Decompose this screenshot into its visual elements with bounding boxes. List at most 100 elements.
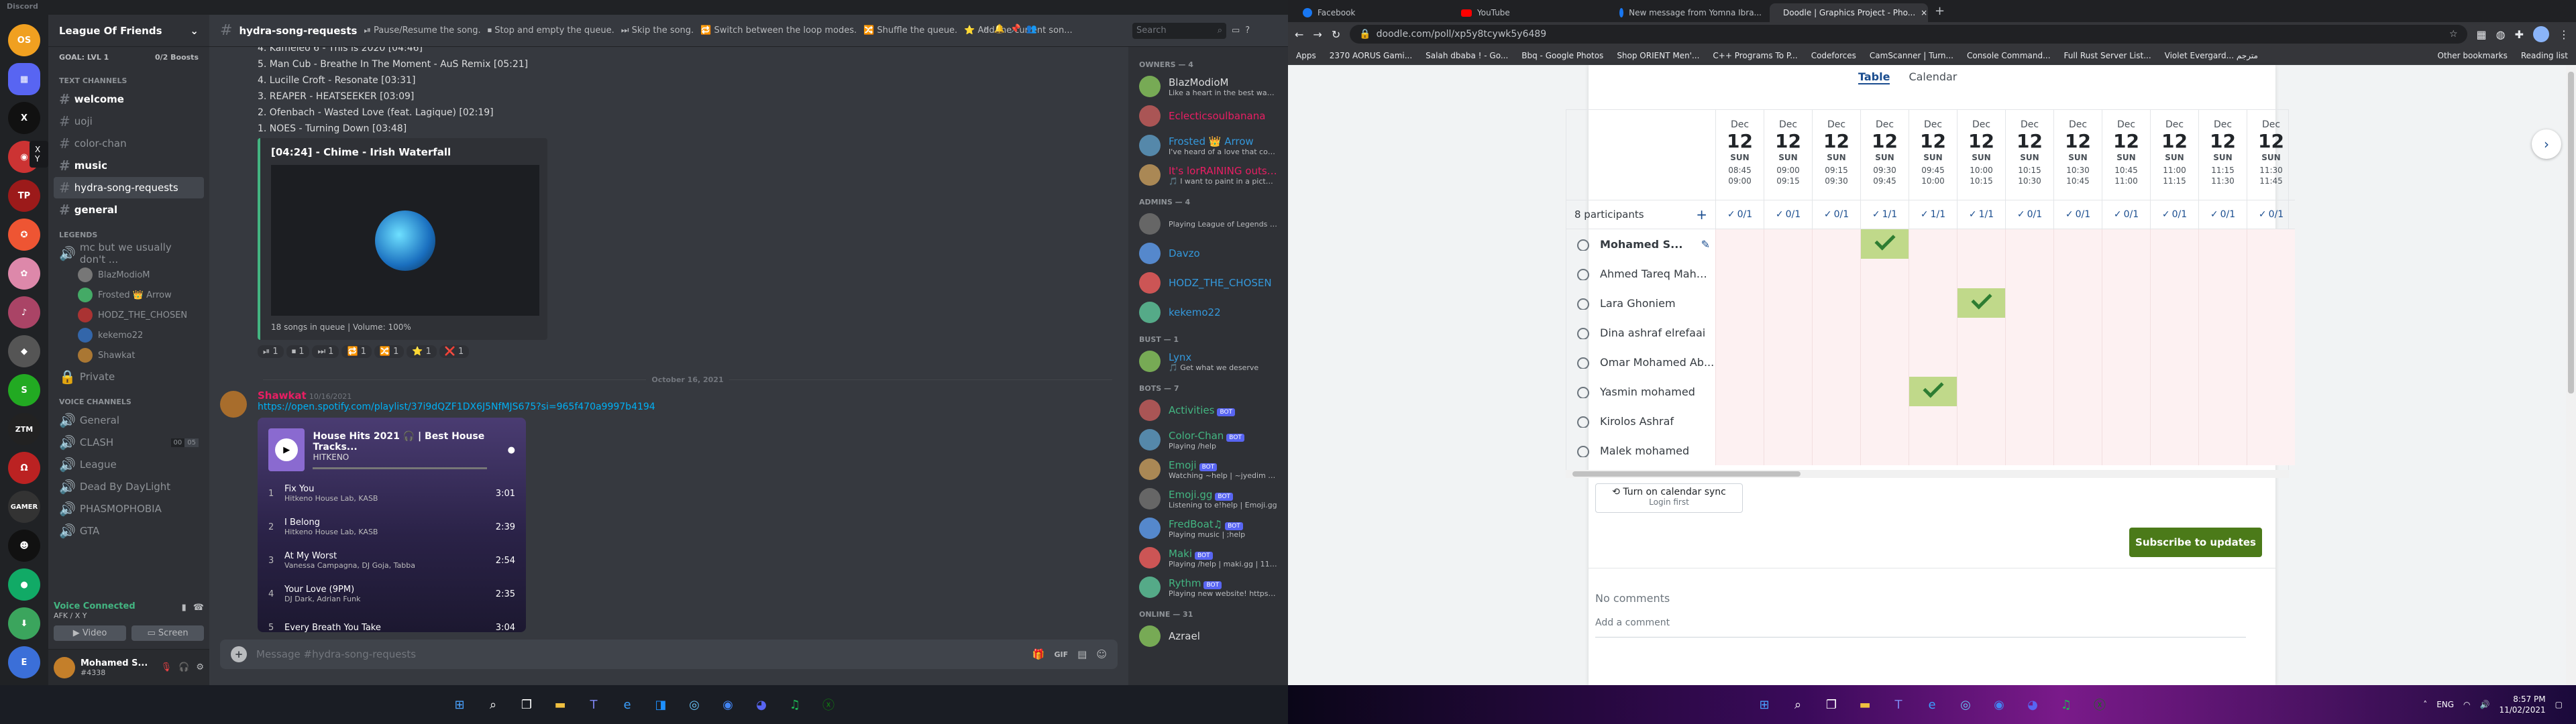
track-row[interactable]: 1 Fix You Hitkeno House Lab, KASB 3:01 xyxy=(268,477,515,510)
tab-calendar-view[interactable]: Calendar xyxy=(1909,70,1957,84)
windows-start-icon[interactable]: ⊞ xyxy=(447,692,472,717)
bell-icon[interactable]: 🔔 xyxy=(994,24,1005,34)
message-composer[interactable]: + Message #hydra-song-requests 🎁 GIF ▤ ☺ xyxy=(220,640,1118,669)
server-icon[interactable]: ◆ xyxy=(8,335,40,367)
wifi-icon[interactable]: ◠ xyxy=(2463,700,2470,709)
vote-cell[interactable] xyxy=(2247,229,2295,259)
member-item[interactable]: Rythm BOT Playing new website! https://... xyxy=(1134,572,1283,602)
vertical-scrollbar[interactable] xyxy=(2566,65,2576,685)
emoji-icon[interactable]: ☺ xyxy=(1096,648,1107,660)
voice-user[interactable]: HODZ_THE_CHOSEN xyxy=(78,305,209,325)
volume-icon[interactable]: 🔊 xyxy=(2480,700,2490,709)
member-item[interactable]: Frosted 👑 Arrow I've heard of a love that… xyxy=(1134,131,1283,160)
member-item[interactable]: Color-Chan BOT Playing /help xyxy=(1134,425,1283,455)
server-icon[interactable]: S xyxy=(8,374,40,406)
bookmark[interactable]: CamScanner | Turn... xyxy=(1870,51,1953,60)
voice-channel-legends[interactable]: 🔊 mc but we usually don't ... xyxy=(54,241,204,265)
track-row[interactable]: 2I Belong Hitkeno House Lab, KASB 2:39 xyxy=(268,510,515,544)
server-icon[interactable]: ♪ xyxy=(8,296,40,328)
edge-icon[interactable]: e xyxy=(615,692,639,717)
signal-icon[interactable]: ▮ xyxy=(182,603,186,613)
profile-avatar[interactable] xyxy=(2533,26,2549,42)
vote-cell[interactable] xyxy=(1715,229,1764,259)
bookmark[interactable]: 2370 AORUS Gami... xyxy=(1330,51,1412,60)
voice-user[interactable]: BlazModioM xyxy=(78,265,209,285)
search-icon[interactable]: ⌕ xyxy=(481,692,505,717)
scroll-thumb[interactable] xyxy=(2568,72,2574,394)
server-icon[interactable]: ✪ xyxy=(8,219,40,251)
calendar-sync-button[interactable]: ⟲ Turn on calendar sync Login first xyxy=(1595,483,1743,513)
voice-channel-private[interactable]: 🔒 Private xyxy=(54,366,204,387)
mute-icon[interactable]: 🎙 xyxy=(161,662,172,672)
vote-cell[interactable] xyxy=(1812,229,1860,259)
xbox-icon[interactable]: ⓧ xyxy=(816,692,841,717)
server-icon[interactable]: ✿ xyxy=(8,257,40,290)
bookmark[interactable]: C++ Programs To P... xyxy=(1713,51,1797,60)
member-item[interactable]: Emoji BOT Watching ~help | ~jyedim | e... xyxy=(1134,455,1283,484)
member-item[interactable]: Eclecticsoulbanana xyxy=(1134,101,1283,131)
reading-list[interactable]: Reading list xyxy=(2521,51,2568,60)
member-item[interactable]: kekemo22 xyxy=(1134,298,1283,327)
vote-cell[interactable] xyxy=(1909,229,1957,259)
help-icon[interactable]: ? xyxy=(1245,25,1250,36)
disconnect-icon[interactable]: ☎ xyxy=(193,603,204,613)
tab-doodle[interactable]: Doodle | Graphics Project - Pho... × xyxy=(1770,3,1928,22)
member-item[interactable]: Playing League of Legends 🎮 xyxy=(1134,209,1283,239)
server-icon[interactable]: ● xyxy=(8,568,40,601)
extension-icon[interactable]: ◍ xyxy=(2496,28,2506,41)
member-item[interactable]: Emoji.gg BOT Listening to e!help | Emoji.g… xyxy=(1134,484,1283,514)
server-icon[interactable]: X xyxy=(8,102,40,134)
tab-table-view[interactable]: Table xyxy=(1858,70,1890,84)
tab-facebook[interactable]: Facebook xyxy=(1295,3,1453,22)
file-explorer-icon[interactable]: ▬ xyxy=(548,692,572,717)
playlist-title[interactable]: House Hits 2021 🎧 | Best House Tracks... xyxy=(313,431,499,452)
clock[interactable]: 8:57 PM 11/02/2021 xyxy=(2499,694,2545,715)
inbox-icon[interactable]: ▭ xyxy=(1232,25,1240,36)
edge-icon[interactable]: e xyxy=(1920,692,1944,717)
teams-icon[interactable]: T xyxy=(1886,692,1911,717)
steam-icon[interactable]: ◎ xyxy=(1953,692,1978,717)
pin-icon[interactable]: 📌 xyxy=(1010,24,1021,34)
new-tab-button[interactable]: + xyxy=(1928,4,1951,22)
channel-general[interactable]: # general xyxy=(54,199,204,221)
voice-channel-dbd[interactable]: 🔊 Dead By DayLight xyxy=(54,476,204,497)
voice-channel-gta[interactable]: 🔊 GTA xyxy=(54,520,204,542)
server-icon[interactable]: TP xyxy=(8,180,40,212)
spotify-icon[interactable]: ♫ xyxy=(2054,692,2078,717)
channel-music[interactable]: # music xyxy=(54,155,204,176)
tab-messenger[interactable]: New message from Yomna Ibra... xyxy=(1611,3,1770,22)
forward-icon[interactable]: → xyxy=(1313,28,1322,41)
track-row[interactable]: 5 Every Breath You Take 3:04 xyxy=(268,611,515,633)
vote-cell[interactable] xyxy=(2150,229,2198,259)
message-link[interactable]: https://open.spotify.com/playlist/37i9dQ… xyxy=(258,402,1128,412)
xbox-icon[interactable]: ⓧ xyxy=(2088,692,2112,717)
gear-icon[interactable]: ⚙ xyxy=(196,662,204,672)
bookmark[interactable]: Violet Evergard... مترجم xyxy=(2165,51,2258,60)
voice-channel-phasmophobia[interactable]: 🔊 PHASMOPHOBIA xyxy=(54,498,204,520)
gift-icon[interactable]: 🎁 xyxy=(1032,648,1045,660)
category-legends[interactable]: LEGENDS xyxy=(48,221,209,242)
chrome-icon[interactable]: ◉ xyxy=(1987,692,2011,717)
member-item[interactable]: Lynx 🎵 Get what we deserve xyxy=(1134,347,1283,376)
vote-cell[interactable] xyxy=(2053,229,2102,259)
language-indicator[interactable]: ENG xyxy=(2436,700,2454,709)
members-icon[interactable]: 👥 xyxy=(1026,24,1037,34)
store-icon[interactable]: ◨ xyxy=(649,692,673,717)
server-icon[interactable]: ZTM xyxy=(8,413,40,445)
reload-icon[interactable]: ↻ xyxy=(1332,28,1340,41)
voice-channel-clash[interactable]: 🔊 CLASH 00 05 xyxy=(54,432,204,453)
voice-channel-league[interactable]: 🔊 League xyxy=(54,454,204,475)
bookmark[interactable]: Salah dbaba ! - Go... xyxy=(1426,51,1508,60)
back-icon[interactable]: ← xyxy=(1295,28,1303,41)
threads-icon[interactable]: ⌗ xyxy=(984,24,989,34)
reaction[interactable]: ❌ 1 xyxy=(439,345,470,358)
channel-welcome[interactable]: # welcome xyxy=(54,88,204,110)
file-explorer-icon[interactable]: ▬ xyxy=(1853,692,1877,717)
subscribe-button[interactable]: Subscribe to updates xyxy=(2129,528,2262,557)
explore-servers-icon[interactable]: ⬇ xyxy=(8,607,40,640)
search-input[interactable]: Search ⌕ xyxy=(1132,22,1226,39)
horizontal-scrollbar[interactable] xyxy=(1566,470,2289,478)
category-voice-channels[interactable]: VOICE CHANNELS xyxy=(48,388,209,409)
search-icon[interactable]: ⌕ xyxy=(1786,692,1810,717)
member-item[interactable]: HODZ_THE_CHOSEN xyxy=(1134,268,1283,298)
